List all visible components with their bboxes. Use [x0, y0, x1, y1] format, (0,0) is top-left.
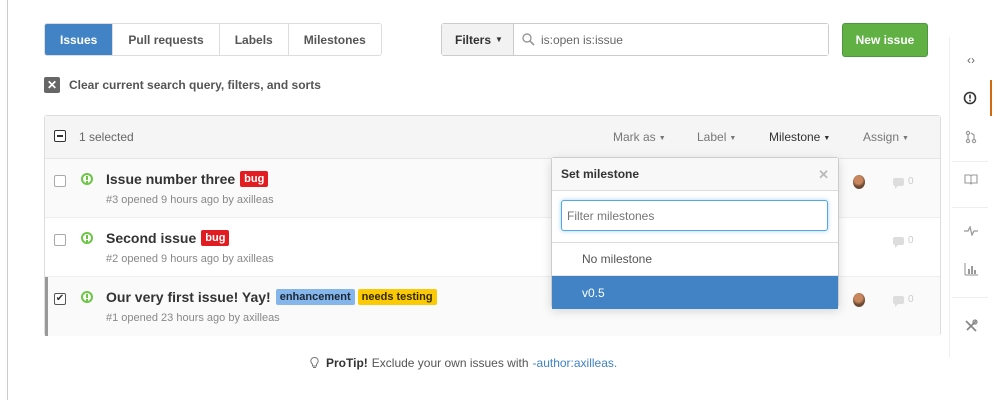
close-icon[interactable]: ✕ [818, 167, 829, 183]
pulse-icon [964, 226, 978, 236]
book-icon [964, 174, 978, 185]
search-input[interactable] [540, 32, 801, 47]
selected-count: 1 selected [79, 130, 134, 144]
comments-number: 0 [908, 176, 914, 187]
light-bulb-icon [310, 357, 319, 368]
subnav-issues[interactable]: Issues [45, 24, 113, 55]
code-icon: ‹› [967, 53, 975, 67]
subnav-labels[interactable]: Labels [218, 24, 288, 55]
rail-divider [952, 297, 988, 298]
label-needs-testing[interactable]: needs testing [357, 289, 437, 305]
avatar[interactable] [853, 293, 865, 307]
caret-down-icon: ▼ [658, 135, 666, 142]
git-pull-request-icon [965, 130, 977, 144]
issue-title-link[interactable]: Second issue [106, 230, 196, 246]
protip-text: Exclude your own issues with [371, 356, 529, 370]
issue-opened-icon [81, 232, 93, 244]
subnav-pull-requests[interactable]: Pull requests [112, 24, 219, 55]
filter-milestones-input[interactable] [561, 200, 828, 231]
rail-wiki[interactable] [950, 161, 992, 197]
graph-icon [964, 262, 978, 276]
rail-code[interactable]: ‹› [950, 42, 992, 78]
search-box [513, 24, 828, 55]
issue-title-link[interactable]: Our very first issue! Yay! [106, 289, 271, 305]
assign-menu-label: Assign [863, 130, 900, 144]
comment-icon [893, 295, 904, 307]
tools-icon [965, 319, 978, 332]
issue-title-wrap: Our very first issue! Yay! enhancement n… [106, 289, 437, 305]
rail-graphs[interactable] [950, 251, 992, 287]
clear-query-link[interactable]: ✕ Clear current search query, filters, a… [44, 77, 321, 93]
comments-number: 0 [908, 235, 914, 246]
label-menu-label: Label [697, 130, 727, 144]
issue-meta: #3 opened 9 hours ago by axilleas [106, 194, 274, 206]
comment-icon [893, 236, 904, 248]
protip: ProTip! Exclude your own issues with -au… [310, 356, 617, 370]
milestone-menu-label: Milestone [769, 130, 821, 144]
rail-pulse[interactable] [950, 213, 992, 249]
set-milestone-popover: Set milestone ✕ No milestone v0.5 [551, 157, 839, 309]
caret-down-icon: ▼ [823, 135, 831, 142]
filters-search-group: Filters ▼ [441, 23, 829, 56]
issue-checkbox[interactable] [54, 175, 66, 187]
assign-menu[interactable]: Assign ▼ [863, 130, 909, 144]
popover-header: Set milestone ✕ [552, 158, 838, 191]
filters-button-label: Filters [455, 32, 492, 47]
rail-settings[interactable] [950, 308, 992, 344]
protip-prefix: ProTip! [326, 356, 368, 370]
subnav-milestones[interactable]: Milestones [287, 24, 381, 55]
caret-down-icon: ▼ [495, 35, 503, 44]
milestone-menu[interactable]: Milestone ▼ [769, 130, 830, 144]
issue-title-wrap: Issue number three bug [106, 171, 269, 187]
comment-icon [893, 177, 904, 189]
issues-subnav: Issues Pull requests Labels Milestones [44, 23, 382, 56]
select-all-checkbox[interactable] [54, 130, 66, 142]
table-header: 1 selected Mark as ▼ Label ▼ Milestone ▼ As… [45, 116, 940, 159]
mark-as-label: Mark as [613, 130, 656, 144]
issue-checkbox[interactable] [54, 234, 66, 246]
rail-issues[interactable] [950, 80, 992, 116]
new-issue-button[interactable]: New issue [842, 23, 928, 57]
caret-down-icon: ▼ [729, 135, 737, 142]
search-icon [522, 33, 535, 46]
label-menu[interactable]: Label ▼ [697, 130, 736, 144]
label-enhancement[interactable]: enhancement [275, 289, 355, 305]
close-icon: ✕ [44, 77, 60, 93]
protip-link[interactable]: -author:axilleas. [533, 356, 618, 370]
mark-as-menu[interactable]: Mark as ▼ [613, 130, 666, 144]
issue-opened-icon [963, 91, 977, 105]
label-bug[interactable]: bug [240, 171, 269, 187]
caret-down-icon: ▼ [902, 135, 909, 142]
comments-number: 0 [908, 294, 914, 305]
issue-title-link[interactable]: Issue number three [106, 171, 235, 187]
milestone-option-v0-5[interactable]: v0.5 [552, 276, 838, 309]
issue-opened-icon [81, 173, 93, 185]
avatar[interactable] [853, 175, 865, 189]
popover-title: Set milestone [561, 167, 640, 181]
comments-count[interactable]: 0 [893, 235, 914, 248]
filters-button[interactable]: Filters ▼ [442, 24, 514, 55]
issue-checkbox-checked[interactable]: ✔ [54, 293, 66, 305]
issue-meta: #1 opened 23 hours ago by axilleas [106, 312, 280, 324]
comments-count[interactable]: 0 [893, 294, 914, 307]
popover-filter [552, 191, 838, 243]
milestone-option-none[interactable]: No milestone [552, 243, 838, 276]
label-bug[interactable]: bug [201, 230, 230, 246]
clear-query-label: Clear current search query, filters, and… [69, 78, 321, 92]
rail-divider [952, 207, 988, 208]
issue-opened-icon [81, 291, 93, 303]
issue-meta: #2 opened 9 hours ago by axilleas [106, 253, 274, 265]
comments-count[interactable]: 0 [893, 176, 914, 189]
repo-nav-rail: ‹› [949, 37, 999, 357]
issue-title-wrap: Second issue bug [106, 230, 230, 246]
rail-pull-requests[interactable] [950, 119, 992, 155]
